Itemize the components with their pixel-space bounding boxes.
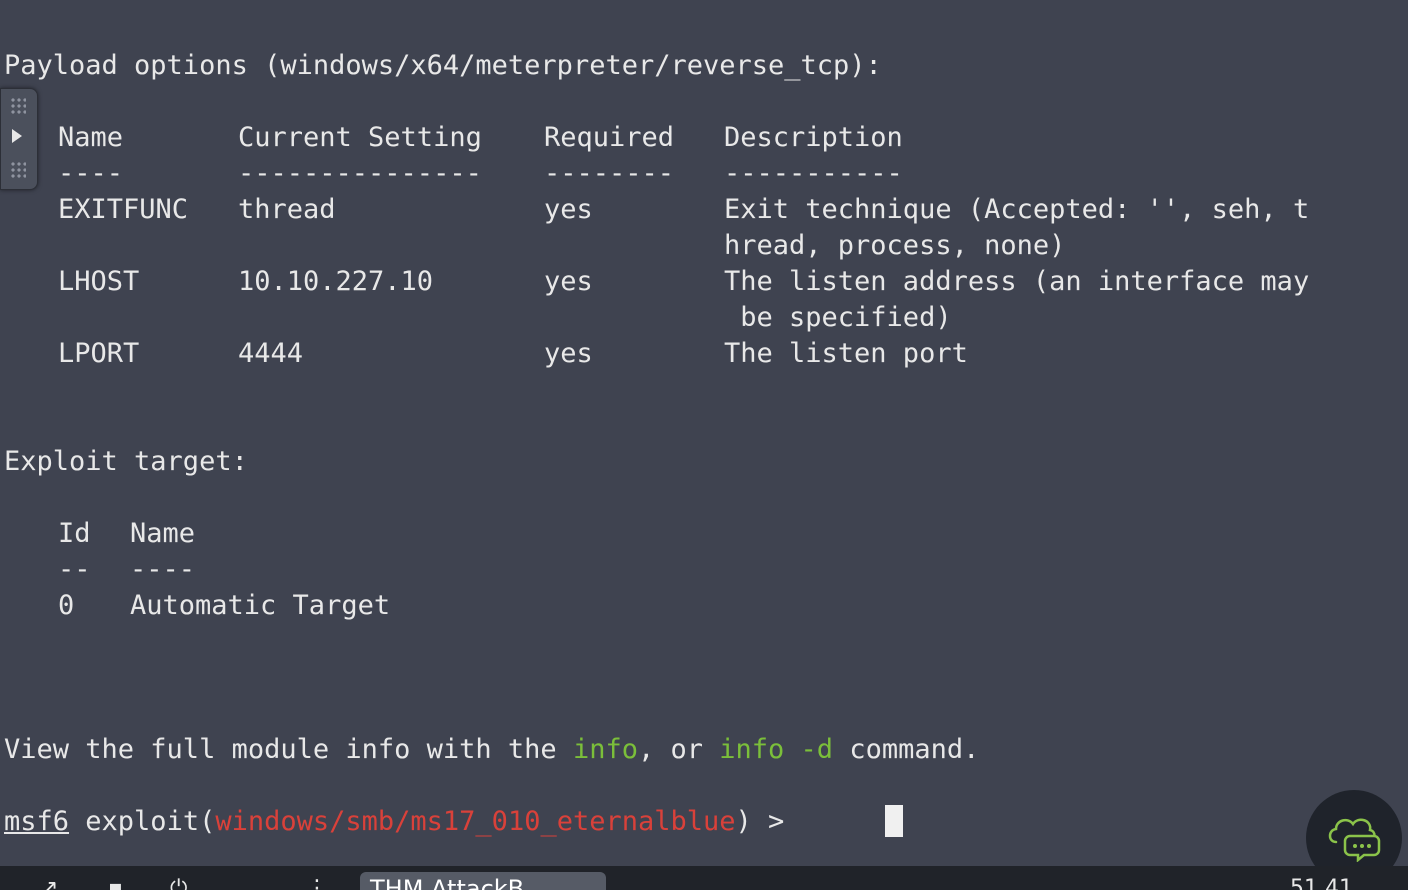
info-hint-text-1: View the full module info with the: [4, 734, 573, 765]
target-name: Automatic Target: [130, 590, 391, 621]
target-col-underline-name: ----: [130, 554, 196, 585]
target-col-underline-id: --: [58, 554, 91, 585]
row-description-cont: hread, process, none): [724, 230, 1066, 261]
row-description: The listen port: [724, 338, 968, 369]
col-underline-name: ----: [58, 158, 124, 189]
taskbar-icon-1[interactable]: ↗: [40, 874, 58, 890]
row-name: EXITFUNC: [58, 194, 189, 225]
prompt-line[interactable]: msf6 exploit(windows/smb/ms17_010_eterna…: [4, 804, 801, 840]
target-col-header-name: Name: [130, 518, 196, 549]
row-description: Exit technique (Accepted: '', seh, t: [724, 194, 1310, 225]
prompt-module: windows/smb/ms17_010_eternalblue: [215, 806, 736, 837]
row-description: The listen address (an interface may: [724, 266, 1310, 297]
col-header-description: Description: [724, 122, 903, 153]
row-setting: thread: [238, 194, 336, 225]
row-setting: 4444: [238, 338, 304, 369]
row-description-cont: be specified): [724, 302, 952, 333]
col-header-current-setting: Current Setting: [238, 122, 482, 153]
prompt-suffix: ) >: [735, 806, 801, 837]
col-underline-required: --------: [544, 158, 675, 189]
chat-support-icon: [1328, 818, 1381, 862]
power-icon[interactable]: ⏻: [170, 874, 187, 890]
side-panel-handle[interactable]: [0, 88, 38, 190]
info-hint-line: View the full module info with the info,…: [4, 732, 979, 768]
col-header-name: Name: [58, 122, 124, 153]
row-name: LHOST: [58, 266, 140, 297]
col-header-required: Required: [544, 122, 675, 153]
row-required: yes: [544, 194, 593, 225]
taskbar-active-window-label: THM AttackB: [370, 875, 525, 890]
target-col-header-id: Id: [58, 518, 91, 549]
info-command: info: [572, 734, 638, 765]
row-name: LPORT: [58, 338, 140, 369]
exploit-target-header: Exploit target:: [4, 446, 248, 477]
taskbar: ↗ ▪ ⏻ ⋮ THM AttackB 51 41: [0, 866, 1408, 890]
target-id: 0: [58, 590, 75, 621]
taskbar-clock: 51 41: [1290, 876, 1353, 890]
info-d-command: info -d: [719, 734, 834, 765]
row-required: yes: [544, 338, 593, 369]
prompt-exploit-prefix: exploit(: [69, 806, 216, 837]
menu-dots-icon[interactable]: ⋮: [306, 874, 328, 890]
info-hint-text-3: command.: [833, 734, 980, 765]
taskbar-icon-2[interactable]: ▪: [108, 874, 123, 890]
prompt-msf: msf6: [4, 806, 70, 837]
drag-dots-icon: [10, 161, 26, 179]
col-underline-current-setting: ---------------: [238, 158, 482, 189]
drag-dots-icon: [10, 97, 26, 115]
terminal-cursor: [885, 805, 903, 837]
row-required: yes: [544, 266, 593, 297]
row-setting: 10.10.227.10: [238, 266, 434, 297]
info-hint-text-2: , or: [637, 734, 720, 765]
taskbar-active-window[interactable]: THM AttackB: [360, 872, 606, 890]
play-arrow-icon: [12, 129, 22, 143]
col-underline-description: -----------: [724, 158, 903, 189]
payload-options-header: Payload options (windows/x64/meterpreter…: [4, 50, 882, 81]
terminal-window[interactable]: Payload options (windows/x64/meterpreter…: [0, 0, 1408, 866]
